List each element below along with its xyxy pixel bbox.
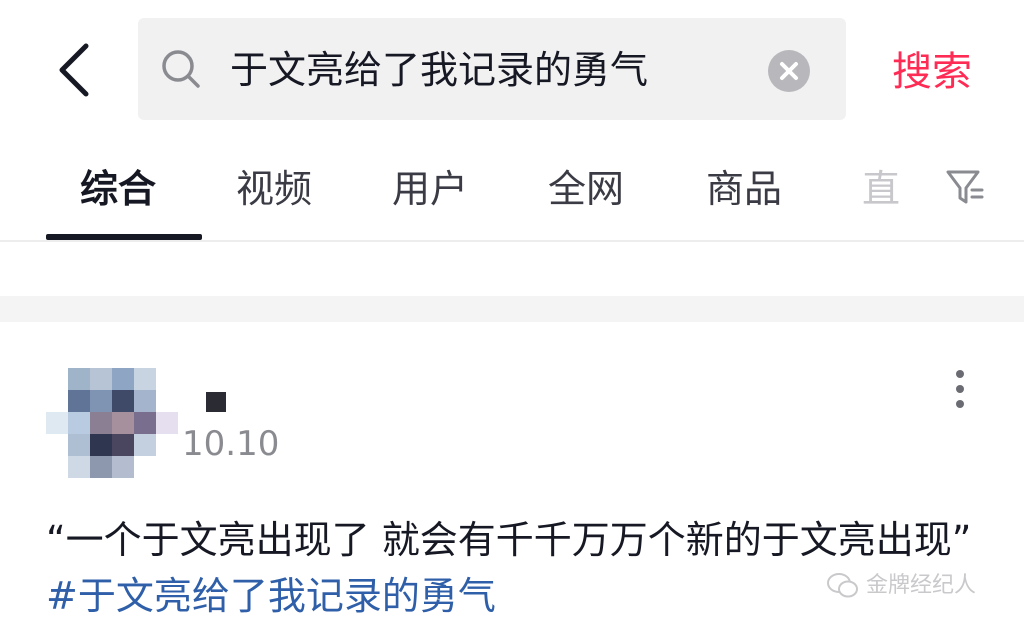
more-dot-icon: [956, 385, 964, 393]
post-caption-text: “一个于文亮出现了 就会有千千万万个新的于文亮出现”: [46, 518, 972, 562]
avatar[interactable]: [46, 368, 182, 480]
tab-comprehensive[interactable]: 综合: [80, 164, 156, 214]
watermark-text: 金牌经纪人: [866, 573, 977, 598]
more-options-button[interactable]: [948, 368, 972, 410]
tab-video[interactable]: 视频: [236, 164, 312, 214]
search-submit-button[interactable]: 搜索: [892, 42, 972, 102]
more-dot-icon: [956, 400, 964, 408]
filter-icon[interactable]: [944, 164, 986, 210]
post-date: 10.10: [182, 424, 280, 464]
close-icon: [780, 62, 798, 80]
search-header: 于文亮给了我记录的勇气 搜索: [0, 0, 1024, 132]
tab-live[interactable]: 直: [862, 164, 900, 214]
result-category-tabs: 综合 视频 用户 全网 商品 直: [0, 140, 1024, 240]
post-hashtag-link[interactable]: #于文亮给了我记录的勇气: [46, 574, 496, 618]
tab-products[interactable]: 商品: [706, 164, 782, 214]
more-dot-icon: [956, 370, 964, 378]
search-input[interactable]: 于文亮给了我记录的勇气: [230, 40, 750, 100]
watermark: 金牌经纪人: [826, 568, 976, 604]
tab-whole-web[interactable]: 全网: [548, 164, 624, 214]
back-arrow-icon[interactable]: [50, 38, 102, 102]
section-separator: [0, 296, 1024, 322]
tabs-divider: [0, 240, 1024, 242]
tab-users[interactable]: 用户: [392, 164, 468, 214]
wechat-icon: [827, 573, 858, 598]
search-icon: [162, 50, 200, 88]
clear-search-button[interactable]: [768, 50, 810, 92]
username-redacted[interactable]: [206, 392, 226, 412]
